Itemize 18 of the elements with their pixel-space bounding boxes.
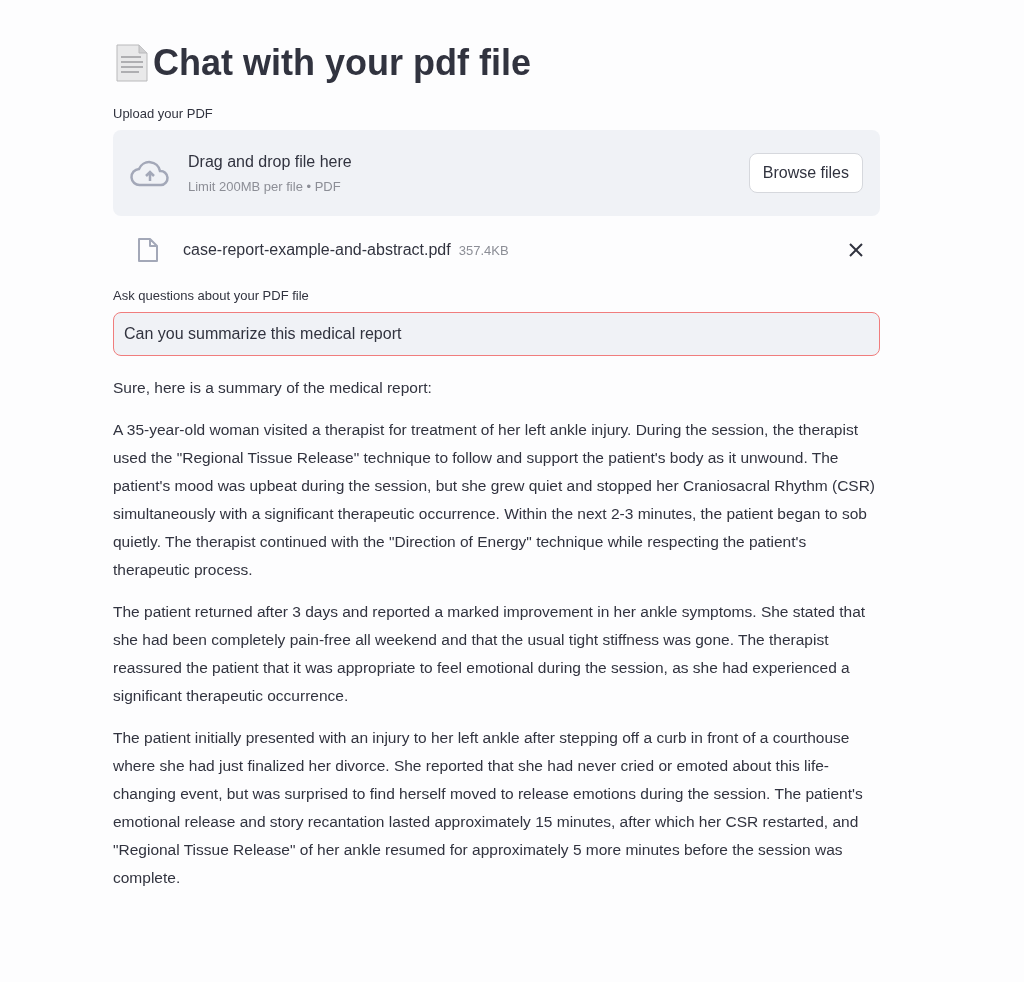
dropzone[interactable]: Drag and drop file here Limit 200MB per file • PDF Browse files xyxy=(113,130,880,216)
answer-paragraph: A 35-year-old woman visited a therapist for treatment of her left ankle injury. During the session, the therapist used the "Regional Tissue Release" technique to follow and support the patient's body as it unwound. The patient's mood was upbeat during the session, but she grew quiet and stopped her Craniosacral Rhythm (CSR) simultaneously with a significant therapeutic occurrence. Within the next 2-3 minutes, the patient began to sob quietly. The therapist continued with the "Direction of Energy" technique while respecting the patient's therapeutic process. xyxy=(113,420,876,580)
answer-paragraph: Sure, here is a summary of the medical report: xyxy=(113,378,433,398)
question-field[interactable]: Can you summarize this medical report xyxy=(113,312,880,356)
cloud-upload-icon xyxy=(130,159,170,187)
question-label: Ask questions about your PDF file xyxy=(113,288,310,303)
answer-paragraph: The patient returned after 3 days and reported a marked improvement in her ankle symptoms. She stated that she had been completely pain-free all weekend and that the usual tight stiffness was gone. The therapist reassured the patient that it was appropriate to feel emotional during the session, as she had experienced a significant therapeutic occurrence. xyxy=(113,602,867,706)
browse-files-button[interactable]: Browse files xyxy=(748,153,863,193)
answer-paragraph: The patient initially presented with an injury to her left ankle after stepping off a curb in front of a courthouse where she had just finalized her divorce. She reported that she had never cried or emoted about this life-changing event, but was surprised to find herself moved to release emotions during the session. The patient's emotional release and story recantation lasted approximately 15 minutes, after which her CSR restarted, and "Regional Tissue Release" of her ankle resumed for approximately 5 more minutes before the session was complete. xyxy=(113,728,864,888)
file-size: 357.4KB xyxy=(458,242,510,258)
file-icon xyxy=(137,237,159,263)
file-name: case-report-example-and-abstract.pdf xyxy=(183,241,451,259)
dropzone-text: Drag and drop file here xyxy=(188,152,353,171)
upload-label: Upload your PDF xyxy=(113,106,214,121)
page-title: Chat with your pdf file xyxy=(153,42,531,84)
limit-text: Limit 200MB per file • PDF xyxy=(188,178,342,194)
close-icon[interactable] xyxy=(849,243,863,257)
document-icon xyxy=(113,43,151,83)
